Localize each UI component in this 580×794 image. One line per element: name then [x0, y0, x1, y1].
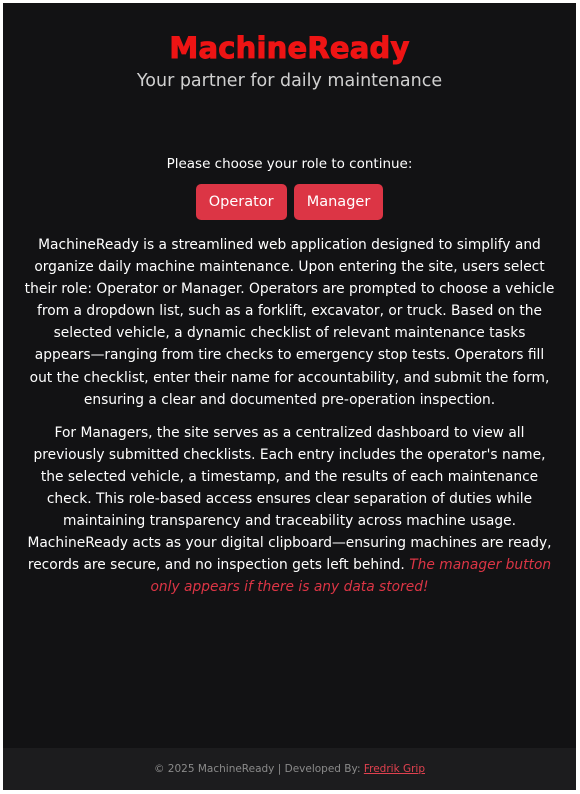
app-window: MachineReady Your partner for daily main…: [3, 3, 576, 790]
brand-logo: MachineReady: [169, 31, 410, 66]
description-text-2: For Managers, the site serves as a centr…: [27, 424, 552, 574]
role-prompt: Please choose your role to continue:: [166, 156, 413, 172]
description-paragraph-2: For Managers, the site serves as a centr…: [24, 422, 555, 599]
author-link[interactable]: Fredrik Grip: [364, 763, 425, 775]
description-paragraph-1: MachineReady is a streamlined web applic…: [24, 234, 555, 411]
footer: © 2025 MachineReady | Developed By: Fred…: [3, 748, 576, 790]
header: MachineReady Your partner for daily main…: [3, 3, 576, 93]
role-buttons: Operator Manager: [3, 184, 576, 220]
description-text-1: MachineReady is a streamlined web applic…: [24, 237, 555, 408]
manager-button[interactable]: Manager: [293, 184, 384, 220]
footer-text: © 2025 MachineReady | Developed By:: [153, 763, 361, 775]
description: MachineReady is a streamlined web applic…: [3, 234, 576, 599]
tagline: Your partner for daily maintenance: [136, 71, 443, 91]
operator-button[interactable]: Operator: [195, 184, 287, 220]
